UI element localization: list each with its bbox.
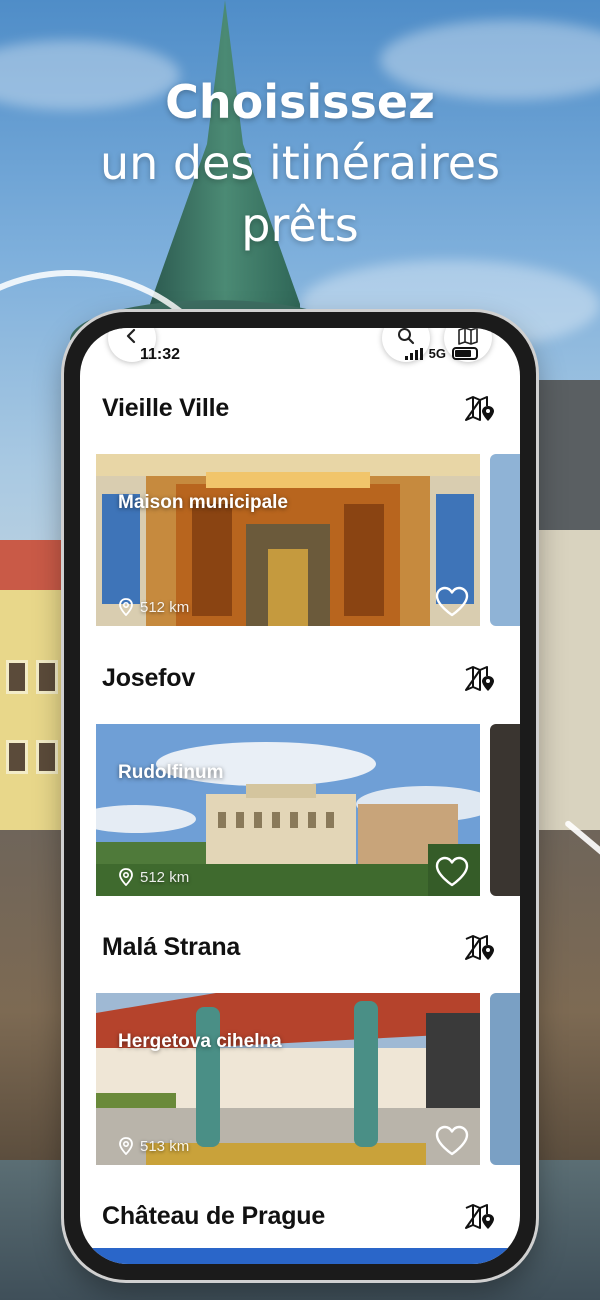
back-arrow-icon <box>123 328 141 350</box>
distance-value: 512 km <box>140 868 190 886</box>
route-card[interactable]: Maison municipale 512 km <box>96 454 480 626</box>
section-title: Château de Prague <box>102 1202 326 1230</box>
next-card-peek[interactable] <box>490 454 520 626</box>
status-indicators: 5G <box>404 346 478 361</box>
route-card[interactable]: Rudolfinum 512 km <box>96 724 480 896</box>
card-title: Hergetova cihelna <box>118 1031 282 1052</box>
app-screen: 11:32 5G Vieille Ville Maison municipale… <box>80 328 520 1264</box>
heart-icon[interactable] <box>434 586 470 618</box>
map-pin-icon[interactable] <box>464 394 496 424</box>
headline-line-2: un des itinéraires <box>99 136 501 190</box>
location-pin-icon <box>119 1137 133 1155</box>
card-title: Maison municipale <box>118 492 288 513</box>
headline-line-1: Choisissez <box>165 75 435 129</box>
phone-frame: 11:32 5G Vieille Ville Maison municipale… <box>64 312 536 1280</box>
route-card[interactable]: Hergetova cihelna 513 km <box>96 993 480 1165</box>
section-title: Vieille Ville <box>102 394 230 422</box>
headline-line-3: prêts <box>241 198 359 252</box>
heart-icon[interactable] <box>434 856 470 888</box>
battery-icon <box>452 347 478 360</box>
signal-icon <box>404 347 423 360</box>
network-label: 5G <box>428 346 446 361</box>
map-pin-icon[interactable] <box>464 664 496 694</box>
card-distance: 513 km <box>118 1137 189 1155</box>
section-title: Josefov <box>102 664 196 692</box>
next-card-strip <box>80 1248 520 1264</box>
status-bar: 11:32 5G <box>80 328 520 374</box>
promo-headline: Choisissez un des itinéraires prêts <box>0 72 600 256</box>
card-title: Rudolfinum <box>118 762 224 783</box>
next-card-peek[interactable] <box>490 993 520 1165</box>
card-distance: 512 km <box>118 868 189 886</box>
location-pin-icon <box>119 868 133 886</box>
card-distance: 512 km <box>118 598 189 616</box>
distance-value: 512 km <box>140 598 190 616</box>
status-time: 11:32 <box>140 346 181 363</box>
section-title: Malá Strana <box>102 933 241 961</box>
map-pin-icon[interactable] <box>464 933 496 963</box>
distance-value: 513 km <box>140 1137 190 1155</box>
map-pin-icon[interactable] <box>464 1202 496 1232</box>
heart-icon[interactable] <box>434 1125 470 1157</box>
next-card-peek[interactable] <box>490 724 520 896</box>
location-pin-icon <box>119 598 133 616</box>
